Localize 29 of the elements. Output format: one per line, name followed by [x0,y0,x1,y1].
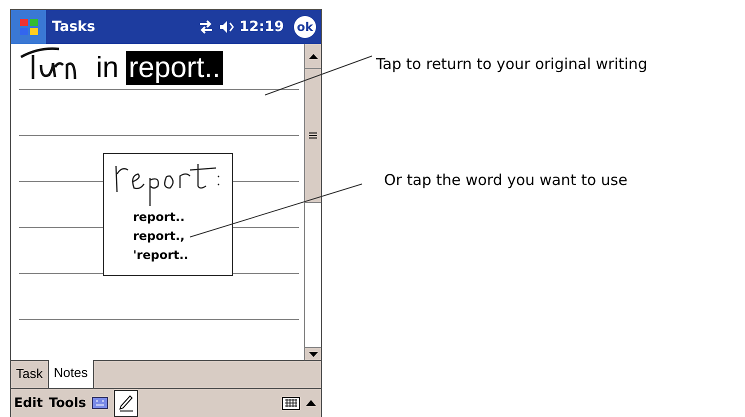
menu-item[interactable]: Tools [48,396,86,410]
scroll-up-button[interactable] [305,44,321,69]
alternative-word[interactable]: report., [133,227,203,246]
scroll-down-button[interactable] [305,347,321,360]
recognized-word[interactable]: in [93,51,122,85]
grip-icon [309,132,317,139]
recognized-word[interactable]: report.. [126,51,224,85]
speaker-icon[interactable] [219,20,236,34]
alternative-word[interactable]: 'report.. [133,246,203,265]
up-arrow-icon [308,54,318,58]
tab[interactable]: Notes [48,360,94,388]
ok-button[interactable]: ok [294,16,316,38]
callout-text: Or tap the word you want to use [384,171,628,189]
keyboard-icon[interactable] [282,396,300,410]
alternative-word[interactable]: report.. [133,208,203,227]
pen-icon [118,394,134,412]
flag-icon [18,17,40,37]
start-button[interactable] [11,10,46,44]
menu-item[interactable]: Edit [14,396,43,410]
scrollbar[interactable] [304,44,321,360]
connectivity-icon[interactable] [199,20,214,34]
pen-button[interactable] [114,390,138,416]
caret-icon[interactable] [306,400,316,406]
scroll-thumb[interactable] [305,69,321,203]
window-title: Tasks [52,19,96,35]
input-panel-icon[interactable] [92,397,108,409]
down-arrow-icon [308,352,318,356]
callout-text: Tap to return to your original writing [376,55,648,73]
clock-time[interactable]: 12:19 [239,19,284,35]
